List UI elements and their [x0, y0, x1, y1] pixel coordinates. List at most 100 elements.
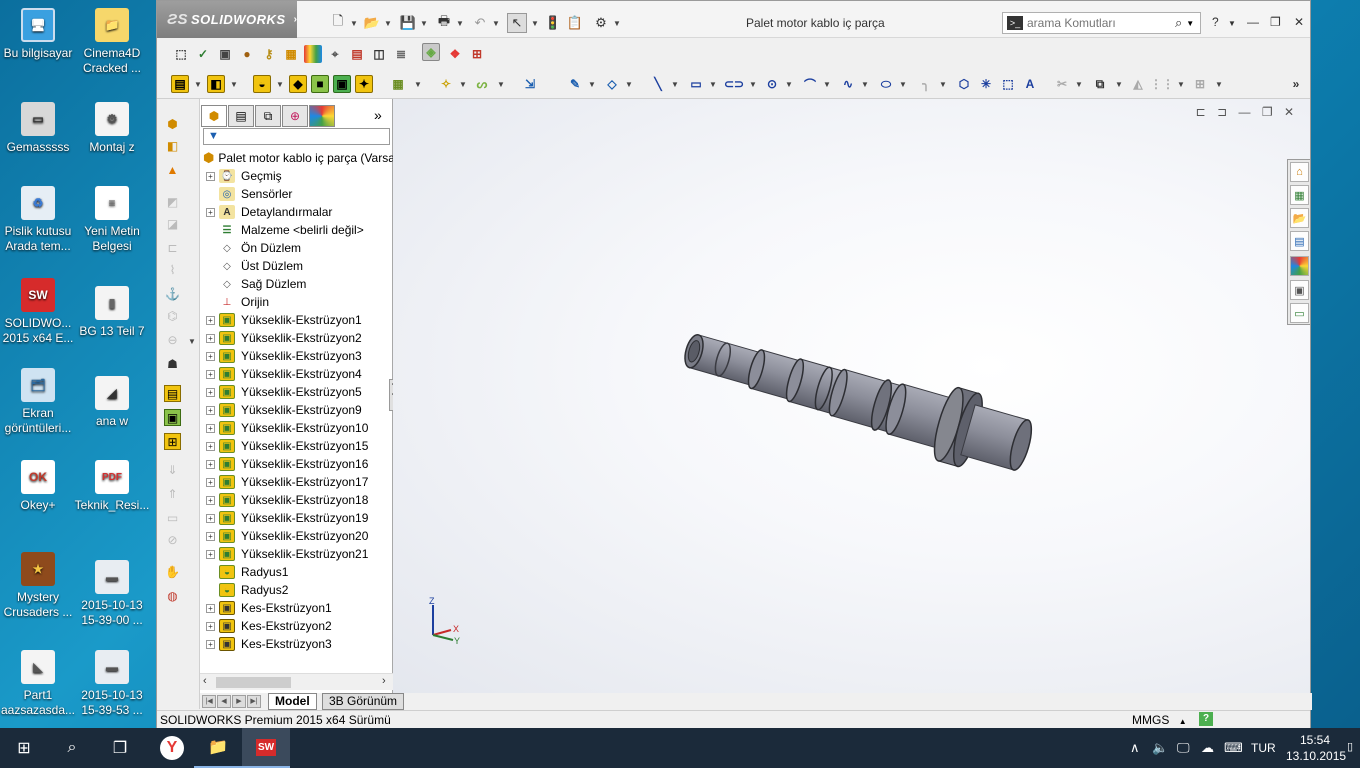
horizontal-scrollbar[interactable]: ‹ ›: [200, 673, 393, 690]
expand-icon[interactable]: +: [206, 603, 215, 613]
network-icon[interactable]: 🖵: [1177, 740, 1190, 756]
tree-item[interactable]: + A Detaylandırmalar: [200, 203, 393, 221]
desktop-icon-cinema4d[interactable]: 📁 Cinema4D Cracked ...: [74, 8, 150, 76]
chevron-down-icon[interactable]: ▼: [861, 80, 869, 89]
slot-icon[interactable]: ⊂⊃: [724, 75, 744, 93]
shell-icon[interactable]: ⇓: [164, 461, 181, 478]
undo-icon[interactable]: ↶: [470, 13, 490, 33]
sketch-fillet-icon[interactable]: ╮: [917, 75, 935, 93]
expand-icon[interactable]: +: [206, 387, 215, 397]
tree-item[interactable]: ◎ Sensörler: [200, 185, 393, 203]
property-manager-tab[interactable]: ▤: [228, 105, 254, 127]
color-cube-icon[interactable]: [304, 45, 322, 63]
extruded-cut-icon[interactable]: ⊏: [164, 239, 181, 256]
rib-icon[interactable]: ▣: [164, 409, 181, 426]
dimxpert-tab[interactable]: ⊕: [282, 105, 308, 127]
search-icon[interactable]: ⌕: [48, 728, 96, 768]
start-button[interactable]: ⊞: [0, 728, 48, 768]
chevron-down-icon[interactable]: ▼: [230, 80, 238, 89]
expand-icon[interactable]: +: [206, 369, 215, 379]
chevron-down-icon[interactable]: ▼: [613, 19, 621, 28]
help-icon[interactable]: ?: [1199, 712, 1213, 726]
trim-icon[interactable]: ✂: [1053, 75, 1071, 93]
shaft-model[interactable]: [393, 99, 1310, 693]
chevron-down-icon[interactable]: ▼: [1177, 80, 1185, 89]
chevron-down-icon[interactable]: ▼: [1115, 80, 1123, 89]
line-icon[interactable]: ╲: [649, 75, 667, 93]
chevron-down-icon[interactable]: ▼: [1215, 80, 1223, 89]
loft-icon[interactable]: ◆: [289, 75, 307, 93]
desktop-icon-mystery[interactable]: ★ Mystery Crusaders ...: [0, 552, 76, 620]
tree-item[interactable]: ☰ Malzeme <belirli değil>: [200, 221, 393, 239]
mirror-icon[interactable]: ⋮⋮: [1150, 75, 1174, 93]
desktop-icon-computer[interactable]: 🖥 Bu bilgisayar: [0, 8, 76, 61]
units-selector[interactable]: MMGS ▲: [1132, 713, 1187, 727]
file-properties-icon[interactable]: 📋: [565, 13, 585, 33]
tree-item[interactable]: ◒ Radyus2: [200, 581, 393, 599]
hole-wizard-icon[interactable]: ⌇: [164, 261, 181, 278]
intersect-icon[interactable]: ▭: [164, 509, 181, 526]
display-manager-tab[interactable]: [309, 105, 335, 127]
chevron-down-icon[interactable]: ▼: [1228, 19, 1236, 28]
pattern-icon[interactable]: ▤: [164, 385, 181, 402]
expand-icon[interactable]: +: [206, 405, 215, 415]
close-icon[interactable]: ✕: [1294, 15, 1304, 29]
tree-item[interactable]: + ▣ Yükseklik-Ekstrüzyon3: [200, 347, 393, 365]
task-view-icon[interactable]: ❐: [96, 728, 144, 768]
expand-icon[interactable]: +: [206, 441, 215, 451]
configuration-manager-tab[interactable]: ⧉: [255, 105, 281, 127]
swept-cut-icon[interactable]: ⌬: [164, 307, 181, 324]
instant3d-icon[interactable]: ⇲: [521, 75, 539, 93]
desktop-icon-recycle[interactable]: ♻ Pislik kutusu Arada tem...: [0, 186, 76, 254]
spline-icon[interactable]: ∿: [839, 75, 857, 93]
zebra-icon[interactable]: ≣: [392, 45, 410, 63]
tree-item[interactable]: ◇ Üst Düzlem: [200, 257, 393, 275]
graphics-area[interactable]: ⊏ ⊐ — ❐ ✕ Z X Y: [393, 99, 1310, 693]
expand-icon[interactable]: +: [206, 207, 215, 217]
desktop-icon-solidworks[interactable]: SW SOLIDWO... 2015 x64 E...: [0, 278, 76, 346]
move-entities-icon[interactable]: ⊞: [1191, 75, 1209, 93]
tree-item[interactable]: + ▣ Kes-Ekstrüzyon2: [200, 617, 393, 635]
chevron-down-icon[interactable]: ▼: [709, 80, 717, 89]
fillet-icon[interactable]: ☗: [164, 355, 181, 372]
forum-icon[interactable]: ▭: [1290, 303, 1309, 323]
maximize-icon[interactable]: ❐: [1270, 15, 1281, 29]
clock[interactable]: 15:54 13.10.2015: [1286, 732, 1346, 764]
chevron-down-icon[interactable]: ▼: [497, 80, 505, 89]
chevron-down-icon[interactable]: ▼: [384, 19, 392, 28]
first-tab-icon[interactable]: |◀: [202, 695, 216, 708]
desktop-icon-screenshot-1[interactable]: ▬ 2015-10-13 15-39-00 ...: [74, 560, 150, 628]
compare-icon[interactable]: ◫: [370, 45, 388, 63]
mirror-icon[interactable]: ⊘: [164, 531, 181, 548]
chevron-up-icon[interactable]: ∧: [1130, 740, 1140, 756]
thickness-icon[interactable]: ⊞: [468, 45, 486, 63]
plane-icon[interactable]: ⬚: [999, 75, 1017, 93]
tree-item[interactable]: + ▣ Yükseklik-Ekstrüzyon4: [200, 365, 393, 383]
polygon-icon[interactable]: ⬡: [955, 75, 973, 93]
tree-item[interactable]: + ⌚ Geçmiş: [200, 167, 393, 185]
revolved-boss-icon[interactable]: ◧: [164, 137, 181, 154]
chevron-down-icon[interactable]: ▼: [414, 80, 422, 89]
feature-tree-tab[interactable]: ⬢: [201, 105, 227, 127]
solidworks-resources-icon[interactable]: ⌂: [1290, 162, 1309, 182]
lofted-cut-icon[interactable]: ⊖: [164, 331, 181, 348]
scroll-left-icon[interactable]: ‹: [203, 675, 207, 687]
convert-entities-icon[interactable]: ⧉: [1091, 75, 1109, 93]
swept-boss-icon[interactable]: ▲: [164, 161, 181, 178]
sweep-icon[interactable]: ■: [311, 75, 329, 93]
chevron-down-icon[interactable]: ▼: [531, 19, 539, 28]
rectangle-icon[interactable]: ▭: [687, 75, 705, 93]
appearances-icon[interactable]: [1290, 256, 1309, 276]
shell-icon[interactable]: ▣: [333, 75, 351, 93]
chevron-down-icon[interactable]: ▼: [939, 80, 947, 89]
expand-icon[interactable]: +: [206, 171, 215, 181]
chevron-down-icon[interactable]: ▼: [194, 80, 202, 89]
tree-item[interactable]: + ▣ Yükseklik-Ekstrüzyon19: [200, 509, 393, 527]
chevron-down-icon[interactable]: ▼: [188, 337, 196, 346]
expand-icon[interactable]: +: [206, 423, 215, 433]
tree-item[interactable]: + ▣ Yükseklik-Ekstrüzyon16: [200, 455, 393, 473]
tree-item[interactable]: + ▣ Yükseklik-Ekstrüzyon17: [200, 473, 393, 491]
expand-icon[interactable]: +: [206, 639, 215, 649]
file-explorer-icon[interactable]: 📂: [1290, 208, 1309, 228]
revolved-cut-icon[interactable]: ⚓: [164, 285, 181, 302]
